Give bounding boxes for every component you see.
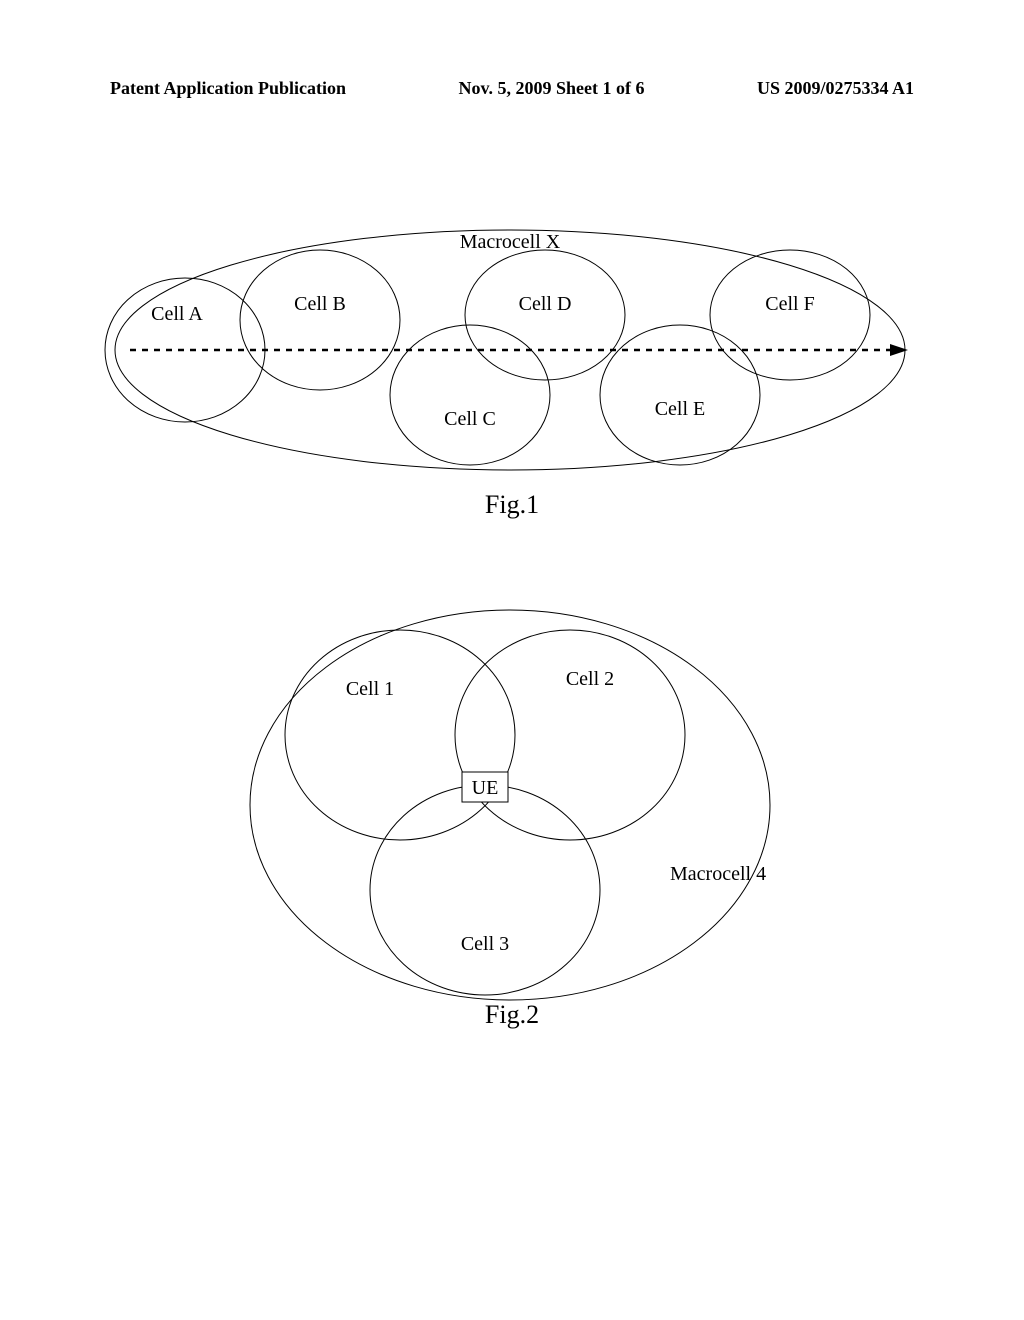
cell-3-label: Cell 3: [461, 933, 509, 955]
page-header: Patent Application Publication Nov. 5, 2…: [0, 78, 1024, 99]
cell-d-ellipse: [465, 250, 625, 380]
movement-arrow-head: [890, 344, 908, 356]
figure-1-caption: Fig.1: [0, 490, 1024, 520]
cell-2-label: Cell 2: [566, 668, 614, 690]
macrocell-x-ellipse: [115, 230, 905, 470]
macrocell-4-label: Macrocell 4: [670, 863, 766, 885]
figure-1-svg: Macrocell X Cell A Cell B Cell C Cell D …: [100, 210, 920, 490]
cell-e-ellipse: [600, 325, 760, 465]
cell-c-label: Cell C: [444, 408, 496, 430]
header-publication-number: US 2009/0275334 A1: [757, 78, 914, 99]
cell-f-ellipse: [710, 250, 870, 380]
cell-c-ellipse: [390, 325, 550, 465]
header-date-sheet: Nov. 5, 2009 Sheet 1 of 6: [459, 78, 645, 99]
cell-b-label: Cell B: [294, 293, 346, 315]
macrocell-4-ellipse: [250, 610, 770, 1000]
figure-2: Macrocell 4 Cell 1 Cell 2 Cell 3 UE: [240, 590, 780, 1010]
figure-1: Macrocell X Cell A Cell B Cell C Cell D …: [100, 210, 920, 490]
cell-b-ellipse: [240, 250, 400, 390]
cell-2-ellipse: [455, 630, 685, 840]
cell-1-ellipse: [285, 630, 515, 840]
figure-2-caption: Fig.2: [0, 1000, 1024, 1030]
cell-f-label: Cell F: [765, 293, 814, 315]
header-publication-type: Patent Application Publication: [110, 78, 346, 99]
ue-label: UE: [472, 777, 499, 799]
cell-1-label: Cell 1: [346, 678, 394, 700]
figure-2-svg: Macrocell 4 Cell 1 Cell 2 Cell 3 UE: [240, 590, 780, 1010]
cell-e-label: Cell E: [655, 398, 706, 420]
cell-d-label: Cell D: [519, 293, 572, 315]
cell-a-label: Cell A: [151, 303, 203, 325]
cell-3-ellipse: [370, 785, 600, 995]
